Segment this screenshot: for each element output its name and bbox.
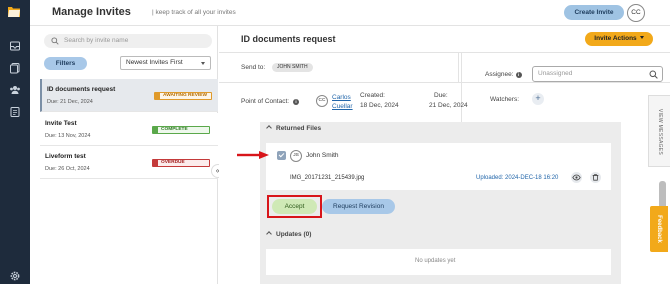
documents-icon[interactable] bbox=[9, 62, 21, 74]
invite-name: ID documents request bbox=[47, 86, 116, 93]
chevron-down-icon bbox=[639, 36, 644, 39]
sort-value: Newest Invites First bbox=[126, 59, 183, 66]
sort-select[interactable]: Newest Invites First bbox=[120, 56, 211, 70]
chevron-up-icon bbox=[266, 231, 272, 237]
divider bbox=[219, 52, 670, 53]
invite-due: Due: 26 Oct, 2024 bbox=[45, 166, 90, 172]
status-badge: AWAITING REVIEW bbox=[154, 92, 212, 100]
info-icon[interactable]: i bbox=[515, 72, 522, 78]
settings-gear-icon[interactable] bbox=[9, 270, 21, 282]
assignee-input[interactable]: Unassigned bbox=[532, 66, 663, 82]
accept-button[interactable]: Accept bbox=[272, 199, 317, 214]
page-subtitle: | keep track of all your invites bbox=[152, 9, 236, 16]
user-avatar[interactable]: CC bbox=[627, 4, 645, 22]
no-updates-text: No updates yet bbox=[415, 258, 456, 264]
view-file-button[interactable] bbox=[571, 172, 582, 183]
invite-list-item[interactable]: ID documents request Due: 21 Dec, 2024 A… bbox=[40, 79, 218, 112]
divider bbox=[219, 82, 670, 83]
returned-file-card bbox=[266, 143, 611, 190]
chevron-up-icon bbox=[266, 125, 272, 131]
trash-icon bbox=[592, 174, 599, 181]
invite-due: Due: 13 Nov, 2024 bbox=[45, 133, 91, 139]
annotation-arrow-icon bbox=[237, 151, 269, 159]
divider bbox=[461, 52, 462, 123]
request-revision-button[interactable]: Request Revision bbox=[322, 199, 395, 214]
invite-actions-label: Invite Actions bbox=[594, 35, 637, 42]
folder-logo-icon bbox=[8, 7, 20, 17]
recipient-chip: JOHN SMITH bbox=[272, 63, 313, 72]
feedback-tab[interactable]: Feedback bbox=[650, 206, 668, 252]
invite-name: Invite Test bbox=[45, 120, 77, 127]
status-badge: COMPLETE bbox=[152, 126, 210, 134]
search-placeholder: Search by invite name bbox=[64, 37, 129, 44]
poc-name-link[interactable]: Carlos Cuellar bbox=[332, 93, 353, 111]
watchers-label: Watchers: bbox=[490, 96, 520, 103]
page-title: Manage Invites bbox=[52, 6, 131, 18]
created-date: 18 Dec, 2024 bbox=[360, 102, 399, 109]
due-date: 21 Dec, 2024 bbox=[429, 102, 468, 109]
file-checkbox[interactable] bbox=[277, 151, 286, 160]
search-input[interactable]: Search by invite name bbox=[44, 34, 212, 48]
send-to-label: Send to: bbox=[241, 64, 266, 71]
add-watcher-button[interactable]: + bbox=[532, 93, 544, 105]
poc-avatar: CC bbox=[316, 95, 328, 107]
inbox-icon[interactable] bbox=[9, 40, 21, 52]
divider bbox=[458, 52, 459, 83]
reports-icon[interactable] bbox=[9, 106, 21, 118]
invite-name: Liveform test bbox=[45, 153, 86, 160]
updates-toggle[interactable]: Updates (0) bbox=[266, 231, 311, 238]
eye-icon bbox=[572, 174, 581, 181]
poc-label: Point of Contact: i bbox=[241, 98, 300, 105]
invite-list-item[interactable]: Liveform test Due: 26 Oct, 2024 OVERDUE bbox=[40, 146, 218, 179]
assignee-placeholder: Unassigned bbox=[538, 70, 573, 77]
page-header: Manage Invites | keep track of all your … bbox=[30, 0, 670, 26]
chevron-down-icon bbox=[201, 62, 205, 65]
returned-files-toggle[interactable]: Returned Files bbox=[266, 125, 321, 132]
due-label: Due: bbox=[434, 92, 448, 99]
status-badge: OVERDUE bbox=[152, 159, 210, 167]
nav-rail bbox=[0, 0, 30, 284]
submitter-avatar: JS bbox=[290, 150, 302, 162]
contacts-icon[interactable] bbox=[9, 84, 21, 96]
info-icon[interactable]: i bbox=[293, 99, 300, 105]
search-icon bbox=[649, 70, 658, 79]
assignee-label: Assignee: i bbox=[485, 71, 522, 78]
invite-title: ID documents request bbox=[241, 34, 336, 44]
view-messages-tab[interactable]: VIEW MESSAGES bbox=[648, 95, 670, 167]
invite-list-item[interactable]: Invite Test Due: 13 Nov, 2024 COMPLETE bbox=[40, 113, 218, 146]
file-name: IMG_20171231_215439.jpg bbox=[290, 175, 365, 181]
invites-list-panel: Search by invite name Filters Newest Inv… bbox=[30, 26, 218, 284]
invite-actions-button[interactable]: Invite Actions bbox=[585, 32, 653, 46]
filters-button[interactable]: Filters bbox=[44, 57, 87, 70]
delete-file-button[interactable] bbox=[590, 172, 601, 183]
uploaded-timestamp: Uploaded: 2024-DEC-18 16:20 bbox=[476, 175, 559, 181]
invite-due: Due: 21 Dec, 2024 bbox=[47, 99, 93, 105]
view-messages-label: VIEW MESSAGES bbox=[657, 108, 663, 156]
search-icon bbox=[51, 37, 59, 45]
created-label: Created: bbox=[360, 92, 385, 99]
feedback-label: Feedback bbox=[656, 215, 662, 243]
submitter-name: John Smith bbox=[306, 152, 339, 159]
create-invite-button[interactable]: Create Invite bbox=[564, 5, 624, 20]
